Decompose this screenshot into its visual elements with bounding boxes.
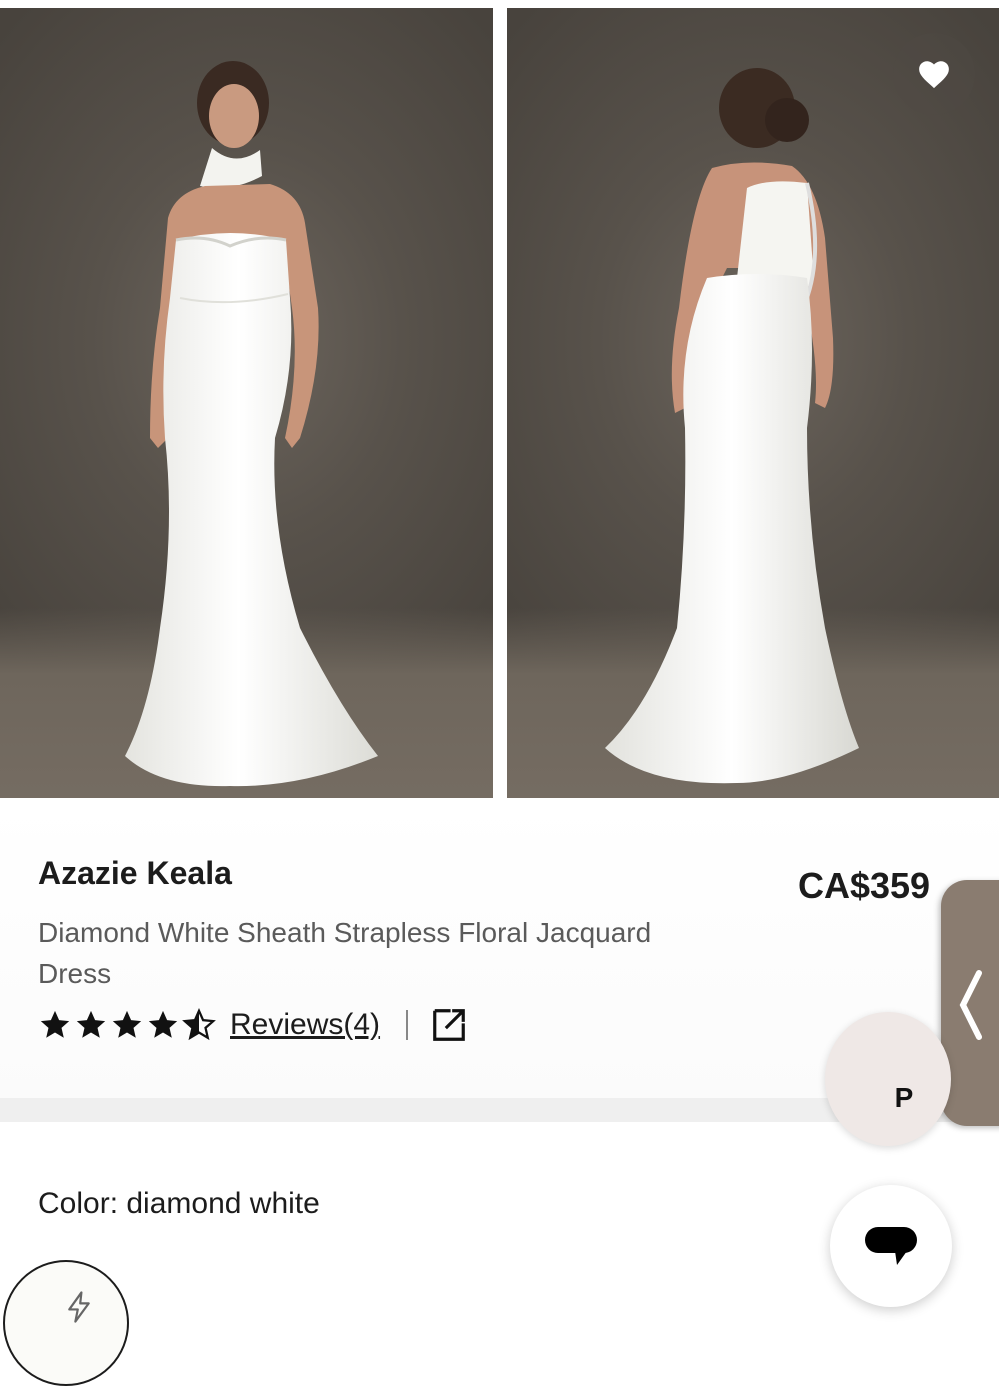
divider xyxy=(406,1010,409,1040)
wishlist-button[interactable] xyxy=(893,33,975,115)
star-full-icon xyxy=(148,1010,178,1038)
star-full-icon xyxy=(40,1010,70,1038)
star-rating xyxy=(38,1008,216,1042)
chat-bubble-icon xyxy=(865,1227,917,1265)
product-price: CA$359 xyxy=(798,865,931,906)
star-full-icon xyxy=(76,1010,106,1038)
product-brand-title: Azazie Keala xyxy=(38,855,232,891)
heart-icon xyxy=(919,61,949,89)
external-link-icon xyxy=(433,1009,465,1041)
reviews-link[interactable]: Reviews(4) xyxy=(230,1008,380,1042)
lightning-bolt-icon xyxy=(68,1291,90,1323)
share-button[interactable] xyxy=(430,1006,468,1044)
product-photo-front[interactable] xyxy=(0,8,493,798)
model-back-illustration xyxy=(605,68,859,784)
star-half-icon xyxy=(182,1008,216,1041)
product-description: Diamond White Sheath Strapless Floral Ja… xyxy=(38,917,652,989)
p-badge-label: P xyxy=(894,1082,914,1113)
color-label: Color: diamond white xyxy=(38,1187,320,1220)
star-full-icon xyxy=(112,1010,142,1038)
model-front-illustration xyxy=(125,61,378,787)
p-floating-button[interactable]: P xyxy=(825,1012,951,1146)
rating-row: Reviews(4) xyxy=(38,1005,468,1045)
chevron-left-icon xyxy=(959,970,982,1040)
product-image-gallery xyxy=(0,0,999,800)
product-photo-back[interactable] xyxy=(507,8,999,798)
chat-button[interactable] xyxy=(830,1185,952,1307)
